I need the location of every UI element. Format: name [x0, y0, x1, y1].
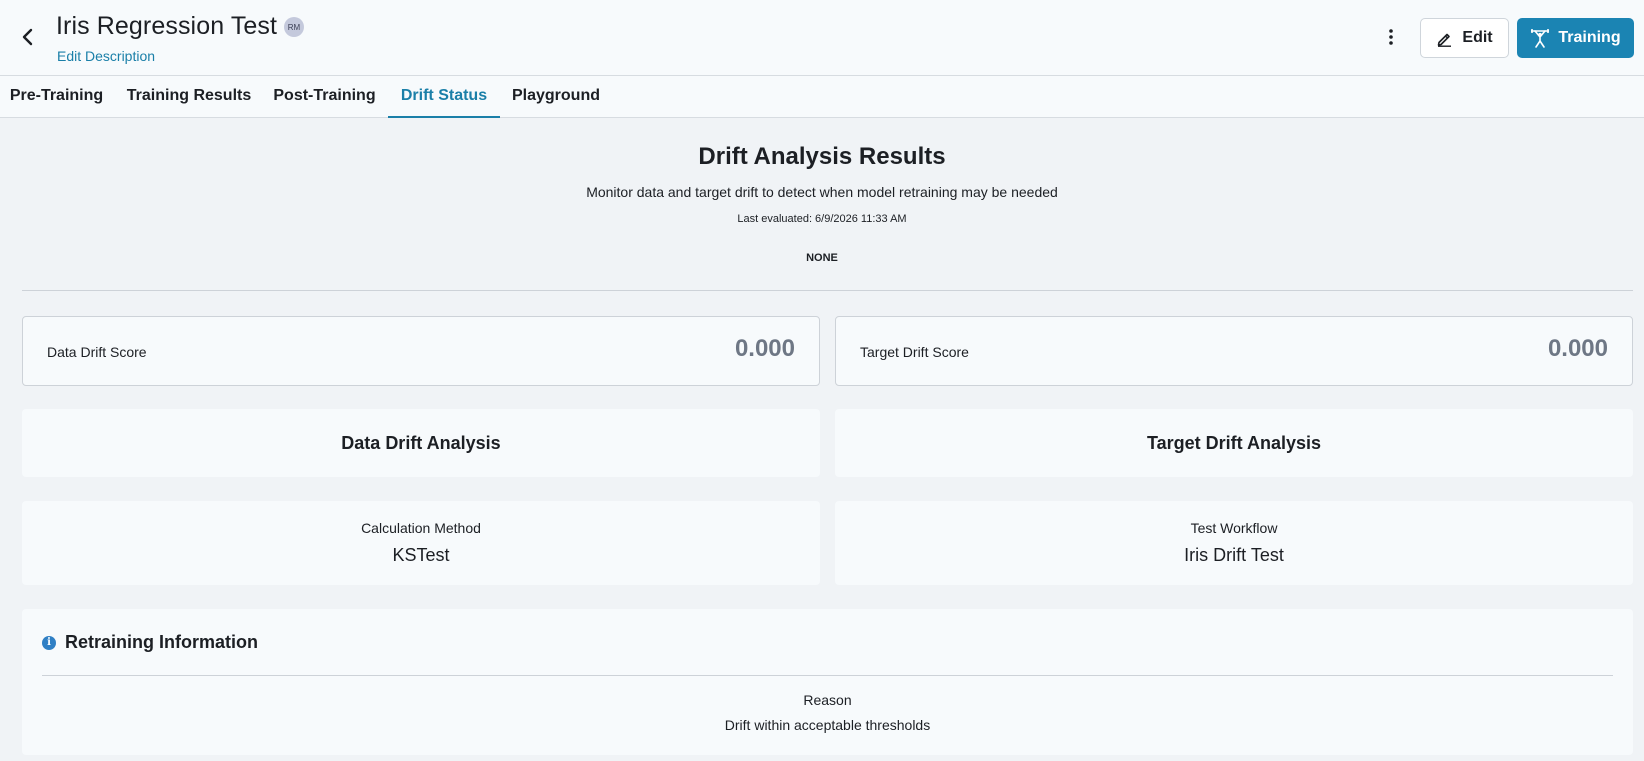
back-button[interactable]	[14, 24, 40, 50]
data-drift-analysis-title: Data Drift Analysis	[341, 432, 501, 453]
drift-status-badge: NONE	[806, 252, 838, 264]
weightlifter-icon	[1531, 29, 1550, 48]
page-title: Iris Regression Test	[56, 12, 278, 40]
target-drift-score-card: Target Drift Score 0.000	[835, 316, 1633, 386]
tab-post-training[interactable]: Post-Training	[265, 76, 384, 118]
reason-value: Drift within acceptable thresholds	[724, 717, 931, 733]
test-workflow-label: Test Workflow	[1190, 520, 1278, 536]
target-drift-analysis-title: Target Drift Analysis	[1146, 432, 1322, 453]
edit-button[interactable]: Edit	[1420, 18, 1509, 58]
retraining-divider	[42, 675, 1613, 676]
avatar: RM	[284, 17, 304, 37]
page-header: Iris Regression Test RM Edit Description…	[0, 0, 1644, 76]
more-vertical-icon	[1389, 29, 1393, 45]
drift-results-title: Drift Analysis Results	[698, 143, 946, 170]
chevron-left-icon	[22, 28, 33, 46]
target-drift-analysis-card: Target Drift Analysis	[835, 409, 1633, 477]
tab-training-results[interactable]: Training Results	[121, 76, 257, 118]
info-icon: i	[42, 635, 56, 650]
retraining-info-title: Retraining Information	[65, 632, 258, 652]
data-drift-analysis-card: Data Drift Analysis	[22, 409, 820, 477]
last-evaluated-text: Last evaluated: 6/9/2026 11:33 AM	[737, 213, 907, 225]
calculation-method-value: KSTest	[392, 545, 450, 565]
training-button-label: Training	[1558, 29, 1621, 46]
retraining-info-header: i Retraining Information	[42, 632, 258, 653]
summary-divider	[22, 290, 1633, 291]
tab-pre-training[interactable]: Pre-Training	[0, 76, 113, 118]
retraining-info-card: i Retraining Information Reason Drift wi…	[22, 609, 1633, 755]
reason-label: Reason	[803, 692, 852, 708]
pencil-icon	[1438, 33, 1452, 47]
training-button[interactable]: Training	[1517, 18, 1634, 58]
edit-button-label: Edit	[1462, 29, 1493, 46]
test-workflow-value: Iris Drift Test	[1184, 545, 1284, 565]
drift-results-subtitle: Monitor data and target drift to detect …	[586, 184, 1058, 200]
more-options-button[interactable]	[1380, 26, 1402, 48]
tab-bar: Pre-Training Training Results Post-Train…	[0, 76, 1644, 118]
tab-playground[interactable]: Playground	[507, 76, 605, 118]
target-drift-score-value: 0.000	[1547, 335, 1608, 362]
data-drift-score-label: Data Drift Score	[47, 344, 147, 360]
data-drift-score-value: 0.000	[734, 335, 795, 362]
tab-drift-status[interactable]: Drift Status	[388, 76, 500, 118]
data-drift-score-card: Data Drift Score 0.000	[22, 316, 820, 386]
calculation-method-card: Calculation Method KSTest	[22, 501, 820, 585]
edit-description-link[interactable]: Edit Description	[57, 48, 155, 64]
test-workflow-card: Test Workflow Iris Drift Test	[835, 501, 1633, 585]
target-drift-score-label: Target Drift Score	[860, 344, 969, 360]
calculation-method-label: Calculation Method	[361, 520, 481, 536]
